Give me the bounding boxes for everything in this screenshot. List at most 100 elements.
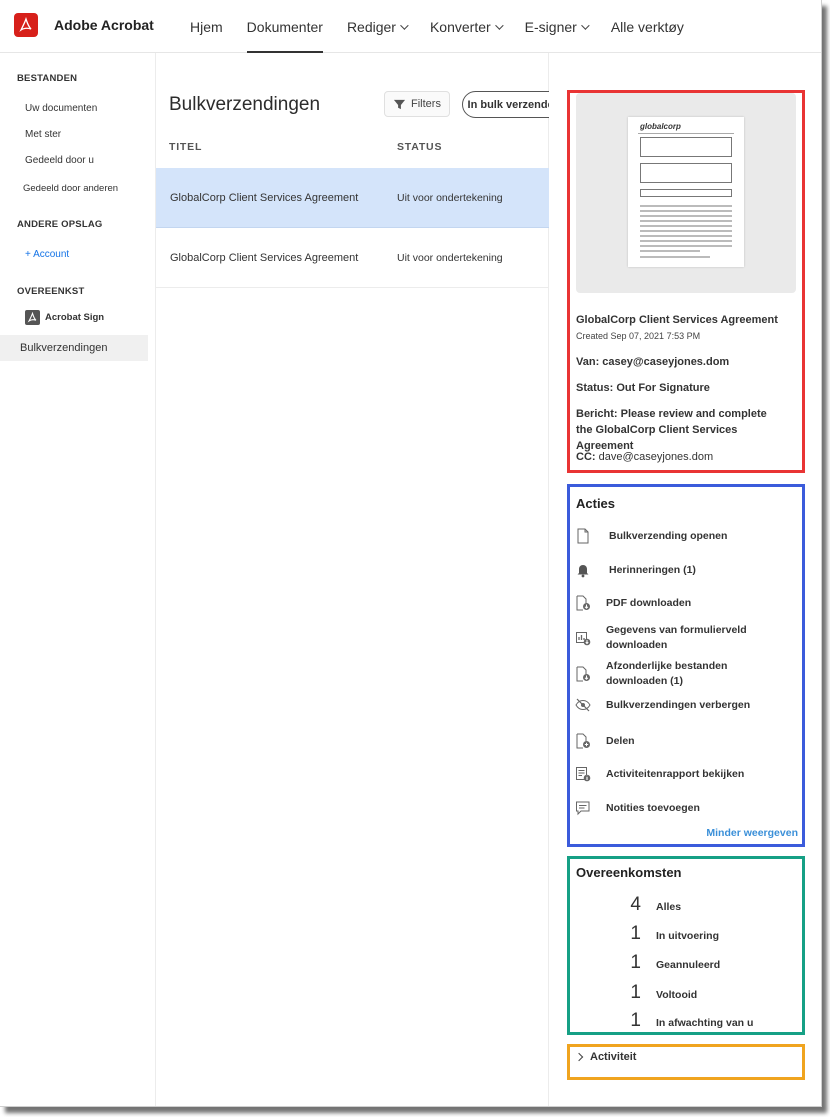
action-label: Bulkverzending openen	[609, 529, 728, 542]
page-title: Bulkverzendingen	[169, 94, 321, 115]
action-share[interactable]: Delen	[575, 733, 785, 749]
nav-rediger[interactable]: Rediger	[335, 0, 418, 53]
acrobat-sign-icon	[25, 310, 40, 325]
nav-label: Alle verktøy	[610, 18, 684, 35]
column-header-status[interactable]: STATUS	[397, 141, 442, 153]
action-reminders[interactable]: Herinneringen (1)	[575, 562, 785, 578]
doc-text-line	[640, 250, 700, 252]
action-label: Herinneringen (1)	[609, 563, 696, 576]
stat-waiting-for-you[interactable]: 1 In afwachting van u	[576, 1010, 786, 1032]
show-less-link[interactable]: Minder weergeven	[706, 827, 798, 839]
stat-count: 4	[630, 894, 641, 915]
doc-text-line	[640, 256, 710, 258]
doc-text-line	[640, 230, 732, 232]
doc-table	[640, 163, 732, 183]
doc-text-line	[640, 220, 732, 222]
nav-dokumenter[interactable]: Dokumenter	[235, 0, 335, 53]
stat-label: Alles	[656, 901, 682, 913]
action-add-notes[interactable]: Notities toevoegen	[575, 800, 785, 816]
nav-label: Dokumenter	[246, 18, 323, 35]
row-status: Uit voor ondertekening	[397, 252, 503, 264]
stat-label: In uitvoering	[656, 930, 719, 942]
message-label: Bericht:	[576, 408, 618, 420]
app-window: Adobe Acrobat Hjem Dokumenter Rediger Ko…	[0, 0, 822, 1107]
eye-hidden-icon	[575, 697, 591, 713]
sidebar-item-shared-by-you[interactable]: Gedeeld door u	[25, 155, 94, 166]
sidebar-item-shared-by-others[interactable]: Gedeeld door anderen	[23, 183, 118, 194]
doc-table	[640, 189, 732, 197]
sidebar-header-files: BESTANDEN	[17, 73, 78, 84]
created-date: Created Sep 07, 2021 7:53 PM	[576, 331, 701, 341]
action-download-individual-files[interactable]: Afzonderlijke bestanden downloaden (1)	[575, 659, 785, 689]
action-download-pdf[interactable]: PDF downloaden	[575, 595, 785, 611]
sidebar-item-bulk-sends[interactable]: Bulkverzendingen	[0, 335, 148, 361]
stat-count: 1	[630, 923, 641, 944]
action-label: PDF downloaden	[606, 596, 692, 609]
action-view-activity-report[interactable]: Activiteitenrapport bekijken	[575, 766, 785, 782]
action-open-bulk-send[interactable]: Bulkverzending openen	[575, 528, 785, 544]
doc-table	[640, 137, 732, 157]
stat-label: Voltooid	[656, 989, 698, 1001]
cc-field: CC: dave@caseyjones.dom	[576, 449, 786, 465]
nav-konverter[interactable]: Konverter	[418, 0, 513, 53]
sidebar-item-label: Acrobat Sign	[45, 312, 105, 323]
action-download-form-data[interactable]: Gegevens van formulierveld downloaden	[575, 623, 785, 653]
sidebar-item-starred[interactable]: Met ster	[25, 129, 61, 140]
cc-label: CC:	[576, 451, 596, 463]
app-title: Adobe Acrobat	[54, 17, 154, 33]
chevron-down-icon	[494, 20, 504, 30]
stat-count: 1	[630, 982, 641, 1003]
nav-label: Konverter	[429, 18, 491, 35]
doc-text-line	[640, 240, 732, 242]
agreements-title: Overeenkomsten	[576, 865, 682, 880]
thumbnail-logo: globalcorp	[640, 122, 681, 131]
nav-hjem[interactable]: Hjem	[178, 0, 235, 53]
document-thumbnail[interactable]: globalcorp	[576, 93, 796, 293]
stat-label: In afwachting van u	[656, 1017, 754, 1029]
table-row[interactable]: GlobalCorp Client Services Agreement Uit…	[156, 228, 550, 288]
stat-in-progress[interactable]: 1 In uitvoering	[576, 923, 786, 945]
nav-e-signer[interactable]: E-signer	[513, 0, 599, 53]
chevron-down-icon	[400, 20, 409, 30]
chevron-right-icon	[574, 1052, 584, 1062]
status-label: Status:	[576, 382, 614, 394]
sidebar-header-storage: ANDERE OPSLAG	[17, 219, 103, 230]
stat-all[interactable]: 4 Alles	[576, 894, 786, 916]
bulk-send-list: Bulkverzendingen Filters In bulk verzend…	[155, 53, 566, 1106]
pdf-download-icon	[575, 595, 591, 611]
filter-icon	[393, 99, 406, 109]
activity-label: Activiteit	[590, 1051, 637, 1063]
bell-icon	[575, 562, 591, 578]
stat-count: 1	[630, 1010, 641, 1031]
action-label: Activiteitenrapport bekijken	[606, 767, 745, 780]
table-row[interactable]: GlobalCorp Client Services Agreement Uit…	[156, 168, 550, 228]
top-bar: Adobe Acrobat Hjem Dokumenter Rediger Ko…	[0, 0, 821, 53]
activity-toggle[interactable]: Activiteit	[574, 1051, 637, 1063]
sidebar-item-acrobat-sign[interactable]: Acrobat Sign	[25, 310, 104, 325]
action-hide-bulk-sends[interactable]: Bulkverzendingen verbergen	[575, 697, 785, 713]
from-field: Van: casey@caseyjones.dom	[576, 354, 786, 370]
doc-text-line	[640, 245, 732, 247]
stat-cancelled[interactable]: 1 Geannuleerd	[576, 952, 786, 974]
doc-text-line	[640, 205, 732, 207]
row-status: Uit voor ondertekening	[397, 192, 503, 204]
from-value: casey@caseyjones.dom	[602, 356, 730, 368]
details-panel: globalcorp GlobalCorp Client Services Ag…	[549, 53, 821, 1106]
action-label: Bulkverzendingen verbergen	[606, 698, 751, 711]
sidebar-item-your-documents[interactable]: Uw documenten	[25, 103, 97, 114]
nav-alle-verktoy[interactable]: Alle verktøy	[599, 0, 696, 53]
stat-completed[interactable]: 1 Voltooid	[576, 982, 786, 1004]
message-field: Bericht: Please review and complete the …	[576, 406, 786, 454]
action-label: Afzonderlijke bestanden downloaden (1)	[606, 660, 728, 687]
acrobat-logo-icon[interactable]	[14, 13, 38, 37]
column-header-title[interactable]: TITEL	[169, 141, 202, 153]
filters-button[interactable]: Filters	[384, 91, 450, 117]
sidebar-header-agreements: OVEREENKST	[17, 286, 85, 297]
nav-label: E-signer	[524, 18, 577, 35]
agreements-highlight	[567, 856, 805, 1035]
add-account-link[interactable]: + Account	[25, 249, 69, 260]
row-title: GlobalCorp Client Services Agreement	[170, 252, 359, 264]
doc-rule	[638, 133, 734, 134]
doc-text-line	[640, 235, 732, 237]
row-title: GlobalCorp Client Services Agreement	[170, 192, 359, 204]
